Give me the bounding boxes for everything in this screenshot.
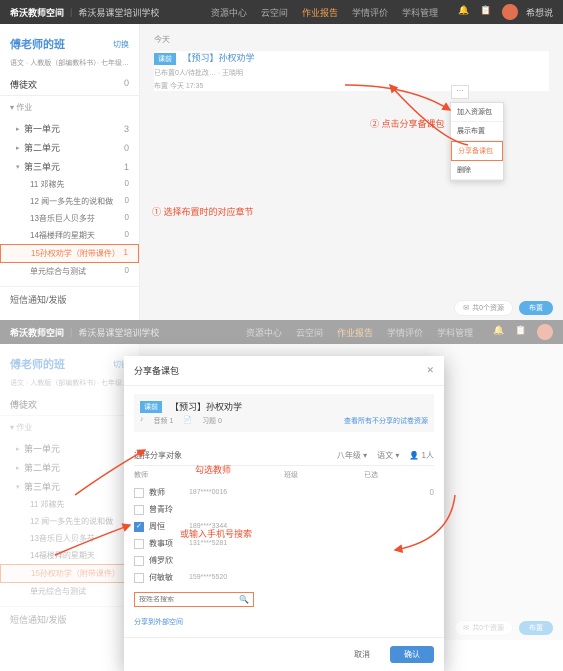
sidebar-tab[interactable]: 傅徒欢 0	[0, 74, 139, 96]
search-icon[interactable]: 🔍	[239, 595, 249, 604]
card-dropdown: ⋯ 加入资源包 展示布置 分享备课包 删除	[450, 102, 504, 181]
unit-test[interactable]: 单元综合与测试0	[0, 263, 139, 280]
teacher-row[interactable]: 傅罗欣	[134, 552, 434, 569]
search-input[interactable]	[139, 596, 239, 603]
hw-title[interactable]: 【预习】孙权劝学	[183, 53, 255, 63]
audio-icon: ♪	[140, 416, 144, 426]
dd-share-package[interactable]: 分享备课包	[451, 141, 503, 161]
search-box[interactable]: 🔍	[134, 592, 254, 607]
mail-icon: ✉	[463, 304, 469, 312]
hw-meta: 已布置0人/待批改… · 王晓明	[154, 68, 549, 78]
header-bg: 希沃教师空间|希沃易课堂培训学校 资源中心云空间作业报告学情评价学科管理 🔔📋	[0, 320, 563, 344]
checkbox[interactable]	[134, 573, 144, 583]
screenshot-bottom: 希沃教师空间|希沃易课堂培训学校 资源中心云空间作业报告学情评价学科管理 🔔📋 …	[0, 320, 563, 640]
top-nav: 资源中心 云空间 作业报告 学情评价 学科管理	[211, 6, 438, 19]
checkbox[interactable]	[134, 488, 144, 498]
lesson-14[interactable]: 14福楼拜的星期天0	[0, 227, 139, 244]
close-icon[interactable]: ✕	[426, 365, 434, 376]
hw-tag: 课前	[154, 53, 176, 65]
assign-button[interactable]: 布置	[519, 301, 553, 315]
resource-count: ✉共0个资源	[454, 300, 513, 316]
share-modal: 分享备课包 ✕ 课前 【预习】孙权劝学 ♪音频 1 📄习题 0 查看所有不分享的…	[124, 356, 444, 671]
lesson-13[interactable]: 13音乐巨人贝多芬0	[0, 210, 139, 227]
dd-show-assign[interactable]: 展示布置	[451, 122, 503, 141]
logo[interactable]: 希沃教师空间	[10, 6, 64, 19]
content-footer: ✉共0个资源 布置	[454, 300, 553, 316]
homework-card[interactable]: 课前 【预习】孙权劝学 已布置0人/待批改… · 王晓明 布置 今天 17:35	[154, 51, 549, 91]
username[interactable]: 希想说	[526, 6, 553, 19]
lesson-15-selected[interactable]: 15孙权劝学（附带课件）1	[0, 244, 139, 263]
modal-hw-card: 课前 【预习】孙权劝学 ♪音频 1 📄习题 0 查看所有不分享的试卷资源	[134, 394, 434, 432]
lesson-11[interactable]: 11 邓稼先0	[0, 176, 139, 193]
teacher-row[interactable]: 曾青玲	[134, 501, 434, 518]
teacher-row[interactable]: 教师187****00160	[134, 484, 434, 501]
modal-footer: 取消 确认	[124, 637, 444, 671]
grade-select[interactable]: 八年级 ▾	[337, 450, 367, 461]
dropdown-toggle-icon[interactable]: ⋯	[451, 85, 469, 99]
checkbox[interactable]	[134, 539, 144, 549]
confirm-button[interactable]: 确认	[390, 646, 434, 663]
external-share-link[interactable]: 分享到外部空间	[134, 613, 434, 631]
separator: |	[70, 7, 72, 17]
unit-1[interactable]: ▸第一单元3	[0, 119, 139, 138]
nav-analysis[interactable]: 学情评价	[352, 6, 388, 19]
modal-hw-tag: 课前	[140, 401, 162, 413]
avatar[interactable]	[502, 4, 518, 20]
calendar-icon[interactable]: 📋	[480, 5, 494, 19]
sms-notify[interactable]: 短信通知/发版	[0, 286, 139, 312]
cancel-button[interactable]: 取消	[342, 646, 382, 663]
switch-class[interactable]: 切换	[113, 39, 129, 50]
nav-resource[interactable]: 资源中心	[211, 6, 247, 19]
class-title[interactable]: 傅老师的班	[10, 36, 65, 52]
nav-cloud[interactable]: 云空间	[261, 6, 288, 19]
header-right: 🔔 📋 希想说	[458, 4, 553, 20]
sidebar: 傅老师的班 切换 语文 · 人教版（部编教科书）· 七年级… 傅徒欢 0 ▾ 作…	[0, 24, 140, 320]
lesson-12[interactable]: 12 闻一多先生的说和做0	[0, 193, 139, 210]
modal-title: 分享备课包	[134, 364, 179, 377]
category-homework: ▾ 作业	[0, 96, 139, 119]
nav-homework[interactable]: 作业报告	[302, 6, 338, 19]
class-subtitle: 语文 · 人教版（部编教科书）· 七年级…	[0, 56, 139, 74]
teacher-row-checked[interactable]: 周恒189****3344	[134, 518, 434, 535]
unit-3[interactable]: ▾第三单元1	[0, 157, 139, 176]
screenshot-top: 希沃教师空间 | 希沃易课堂培训学校 资源中心 云空间 作业报告 学情评价 学科…	[0, 0, 563, 320]
list-header: 教师 班级 已选	[134, 466, 434, 484]
checkbox[interactable]	[134, 556, 144, 566]
content-area: 今天 课前 【预习】孙权劝学 已布置0人/待批改… · 王晓明 布置 今天 17…	[140, 24, 563, 320]
bell-icon[interactable]: 🔔	[458, 5, 472, 19]
view-all-link[interactable]: 查看所有不分享的试卷资源	[344, 416, 428, 426]
nav-subject[interactable]: 学科管理	[402, 6, 438, 19]
doc-icon: 📄	[183, 416, 192, 426]
dd-delete[interactable]: 删除	[451, 161, 503, 180]
teacher-row[interactable]: 何敏敏159****5520	[134, 569, 434, 586]
unit-2[interactable]: ▸第二单元0	[0, 138, 139, 157]
site-name[interactable]: 希沃易课堂培训学校	[78, 6, 159, 19]
dd-add-resource[interactable]: 加入资源包	[451, 103, 503, 122]
checkbox-checked[interactable]	[134, 522, 144, 532]
today-label: 今天	[154, 34, 549, 45]
filter-row: 选择分享对象 八年级 ▾ 语文 ▾ 👤 1人	[134, 446, 434, 466]
modal-body: 选择分享对象 八年级 ▾ 语文 ▾ 👤 1人 教师 班级 已选 教师187***…	[124, 440, 444, 637]
teacher-row[interactable]: 教事项131****5281	[134, 535, 434, 552]
header: 希沃教师空间 | 希沃易课堂培训学校 资源中心 云空间 作业报告 学情评价 学科…	[0, 0, 563, 24]
checkbox[interactable]	[134, 505, 144, 515]
person-count: 👤 1人	[409, 450, 434, 461]
modal-header: 分享备课包 ✕	[124, 356, 444, 386]
modal-hw-title: 【预习】孙权劝学	[170, 400, 242, 413]
subject-select[interactable]: 语文 ▾	[377, 450, 399, 461]
main-area: 傅老师的班 切换 语文 · 人教版（部编教科书）· 七年级… 傅徒欢 0 ▾ 作…	[0, 24, 563, 320]
hw-time: 布置 今天 17:35	[154, 81, 549, 91]
filter-label: 选择分享对象	[134, 450, 182, 461]
